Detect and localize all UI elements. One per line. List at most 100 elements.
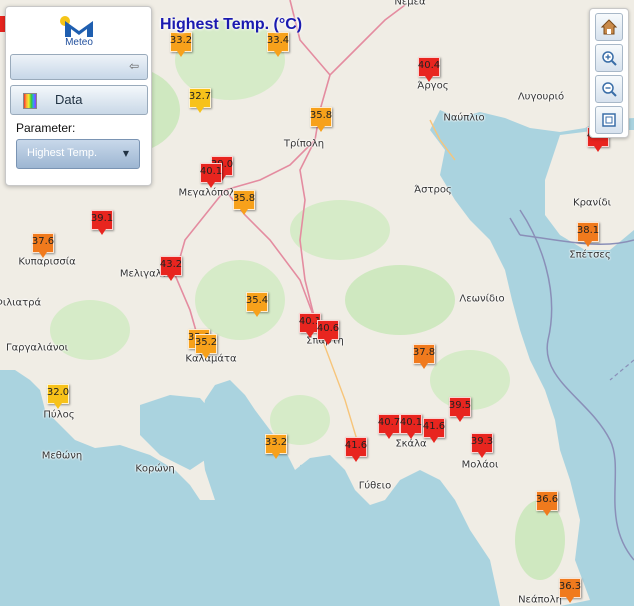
marker-pointer [54,403,62,409]
marker-pointer [207,182,215,188]
parameter-label: Parameter: [16,121,76,135]
logo-text: Meteo [65,37,93,48]
marker-value: 39.5 [448,400,472,411]
marker-pointer [98,229,106,235]
marker-pointer [407,433,415,439]
zoom-extent-button[interactable] [595,106,623,134]
station-marker[interactable]: 37.8 [413,344,435,370]
marker-pointer [274,51,282,57]
marker-pointer [317,126,325,132]
place-label: Ναύπλιο [443,112,485,124]
chevron-down-icon: ▼ [122,149,129,158]
map-toolbar [589,8,629,138]
station-marker[interactable]: 32.0 [47,384,69,410]
marker-pointer [456,416,464,422]
zoom-out-button[interactable] [595,75,623,103]
place-label: Νεάπολη [518,594,562,606]
station-marker[interactable]: 37.6 [32,233,54,259]
marker-pointer [430,437,438,443]
place-label: Πύλος [43,409,75,421]
marker-pointer [543,510,551,516]
data-button[interactable]: Data [10,85,148,115]
marker-pointer [39,252,47,258]
station-marker[interactable]: 33.2 [265,434,287,460]
station-marker[interactable]: 35.8 [310,107,332,133]
marker-value: 39.1 [90,213,114,224]
station-marker[interactable]: 39.3 [471,433,493,459]
marker-pointer [594,146,602,152]
place-label: Λεωνίδιο [459,293,505,305]
station-marker[interactable]: 33.4 [267,32,289,58]
parameter-select-value: Highest Temp. [27,147,98,159]
place-label: Μεθώνη [41,450,83,462]
place-label: Άστρος [414,184,452,196]
station-marker[interactable]: 33.2 [170,32,192,58]
marker-value: 37.8 [412,347,436,358]
zoom-in-icon [602,51,617,66]
station-marker[interactable]: 40.6 [317,320,339,346]
parameter-select[interactable]: Highest Temp. ▼ [16,139,140,169]
place-label: Κορώνη [135,463,175,475]
marker-pointer [385,433,393,439]
place-label: Μολάοι [461,459,499,471]
station-marker[interactable]: 32.7 [189,88,211,114]
station-marker[interactable]: 35.4 [246,292,268,318]
place-label: Γύθειο [358,480,392,492]
marker-value: 41.6 [344,440,368,451]
marker-value: 33.2 [169,35,193,46]
place-label: Σπέτσες [569,249,611,261]
marker-value: 32.7 [188,91,212,102]
color-palette-icon [23,93,37,109]
marker-pointer [420,363,428,369]
station-marker[interactable]: 41.6 [423,418,445,444]
arrow-left-icon: ⇦ [128,59,139,73]
data-button-label: Data [55,92,83,107]
collapse-panel-button[interactable]: ⇦ [10,54,148,80]
place-label: Λυγουριό [517,91,565,103]
marker-value: 41.6 [422,421,446,432]
station-marker[interactable]: 36.6 [536,491,558,517]
home-button[interactable] [595,13,623,41]
zoom-extent-icon [602,113,616,127]
place-label: Σκάλα [395,438,427,450]
marker-pointer [196,107,204,113]
control-panel: Meteo ⇦ Data Parameter: Highest Temp. ▼ [5,6,152,186]
station-marker[interactable]: 41.6 [345,437,367,463]
marker-value: 39.3 [470,436,494,447]
marker-pointer [240,209,248,215]
marker-value: 35.4 [245,295,269,306]
home-icon [600,19,618,35]
station-marker[interactable]: 43.2 [160,256,182,282]
marker-pointer [177,51,185,57]
station-marker[interactable]: 39.5 [449,397,471,423]
station-marker[interactable]: 38.1 [577,222,599,248]
marker-value: 40.4 [417,60,441,71]
marker-pointer [478,452,486,458]
place-label: Κρανίδι [573,197,611,209]
place-label: Γαργαλιάνοι [5,342,69,354]
station-marker[interactable]: 39.1 [91,210,113,236]
marker-value: 40.1 [199,166,223,177]
marker-value: 36.3 [558,581,582,592]
station-marker[interactable]: 36.3 [559,578,581,604]
zoom-in-button[interactable] [595,44,623,72]
marker-pointer [584,241,592,247]
map-title: Highest Temp. (°C) [160,16,303,33]
station-marker[interactable]: 35.8 [233,190,255,216]
marker-value: 36.6 [535,494,559,505]
station-marker[interactable]: 40.4 [418,57,440,83]
station-marker[interactable]: 35.2 [195,334,217,360]
place-label: Τρίπολη [283,138,325,150]
station-marker[interactable]: 40.1 [200,163,222,189]
marker-pointer [566,597,574,603]
marker-value: 43.2 [159,259,183,270]
marker-value: 33.2 [264,437,288,448]
marker-pointer [253,311,261,317]
marker-pointer [272,453,280,459]
marker-value: 33.4 [266,35,290,46]
marker-value: 40.6 [316,323,340,334]
marker-value: 35.8 [309,110,333,121]
marker-pointer [202,353,210,359]
marker-pointer [167,275,175,281]
zoom-out-icon [602,82,617,97]
